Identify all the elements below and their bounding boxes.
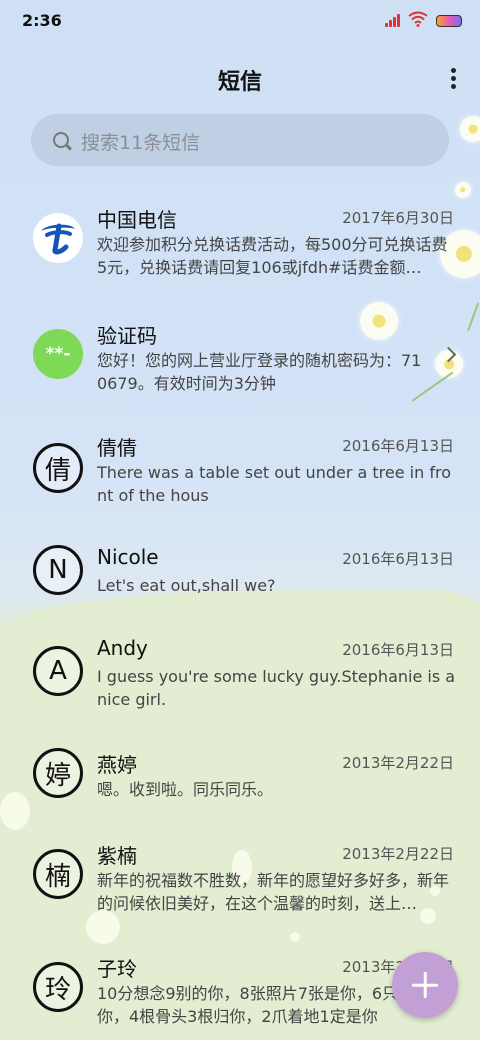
flower-decoration xyxy=(460,116,480,142)
contact-name: 紫楠 xyxy=(97,844,137,868)
avatar: 楠 xyxy=(33,849,83,899)
conversation-row[interactable]: 楠 紫楠 2013年2月22日 新年的祝福数不胜数，新年的愿望好多好多，新年的问… xyxy=(0,832,480,942)
conversation-row[interactable]: A Andy 2016年6月13日 I guess you're some lu… xyxy=(0,628,480,738)
app-header: 短信 xyxy=(0,58,480,98)
message-preview: 嗯。收到啦。同乐同乐。 xyxy=(97,780,274,799)
avatar: A xyxy=(33,646,83,696)
telecom-logo-icon xyxy=(33,213,83,263)
conversation-row[interactable]: 倩 倩倩 2016年6月13日 There was a table set ou… xyxy=(0,424,480,534)
contact-name: Andy xyxy=(97,636,148,660)
message-preview: Let's eat out,shall we? xyxy=(97,576,276,595)
contact-name: 中国电信 xyxy=(97,208,177,232)
conversation-row[interactable]: 中国电信 2017年6月30日 欢迎参加积分兑换话费活动，每500分可兑换话费5… xyxy=(0,196,480,306)
message-preview: 您好！您的网上营业厅登录的随机密码为：710679。有效时间为3分钟 xyxy=(97,351,422,393)
more-vertical-icon[interactable] xyxy=(448,68,458,90)
search-placeholder: 搜索11条短信 xyxy=(81,132,201,154)
message-preview: I guess you're some lucky guy.Stephanie … xyxy=(97,667,456,709)
search-input[interactable]: 搜索11条短信 xyxy=(31,114,449,166)
signal-icon xyxy=(385,13,403,27)
message-preview: There was a table set out under a tree i… xyxy=(97,463,451,505)
message-date: 2016年6月13日 xyxy=(342,641,454,659)
avatar: 婷 xyxy=(33,748,83,798)
message-date: 2013年2月22日 xyxy=(342,754,454,772)
battery-icon xyxy=(436,15,462,27)
status-bar: 2:36 xyxy=(0,0,480,40)
compose-button[interactable] xyxy=(392,952,458,1018)
message-date: 2016年6月13日 xyxy=(342,437,454,455)
message-preview: 欢迎参加积分兑换话费活动，每500分可兑换话费5元，兑换话费请回复106或jfd… xyxy=(97,235,448,277)
message-date: 2017年6月30日 xyxy=(342,209,454,227)
message-date: 2016年6月13日 xyxy=(342,550,454,568)
verification-code-avatar: **- xyxy=(33,329,83,379)
avatar: 倩 xyxy=(33,443,83,493)
contact-name: 子玲 xyxy=(97,957,137,981)
search-icon xyxy=(53,132,69,148)
contact-name: 倩倩 xyxy=(97,436,137,460)
contact-name: Nicole xyxy=(97,545,159,569)
avatar: 玲 xyxy=(33,962,83,1012)
status-time: 2:36 xyxy=(22,11,62,30)
conversation-row[interactable]: **- 验证码 您好！您的网上营业厅登录的随机密码为：710679。有效时间为3… xyxy=(0,312,480,422)
message-date: 2013年2月22日 xyxy=(342,845,454,863)
message-preview: 新年的祝福数不胜数，新年的愿望好多好多，新年的问候依旧美好，在这个温馨的时刻，送… xyxy=(97,871,450,913)
avatar: N xyxy=(33,545,83,595)
wifi-icon xyxy=(408,11,428,27)
contact-name: 燕婷 xyxy=(97,753,137,777)
contact-name: 验证码 xyxy=(97,324,157,348)
page-title: 短信 xyxy=(217,70,262,95)
